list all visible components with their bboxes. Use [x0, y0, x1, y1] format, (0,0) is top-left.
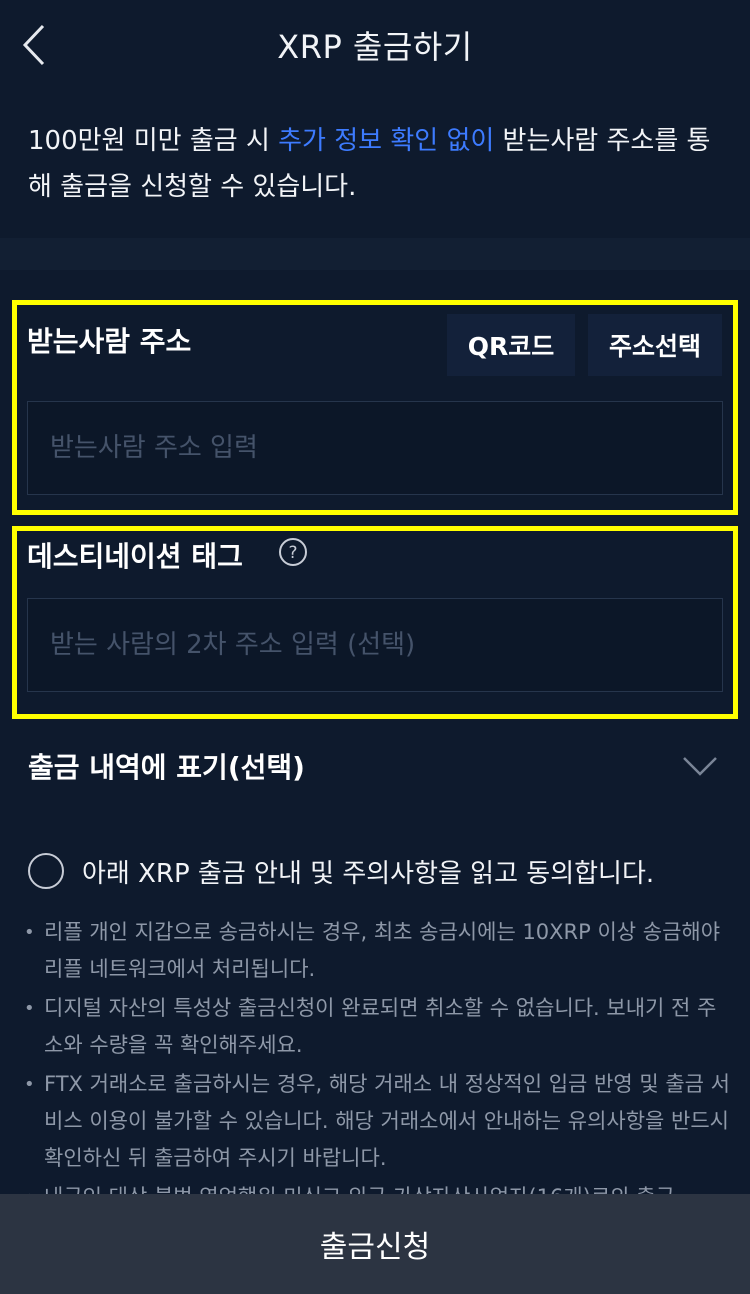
- address-input-box: [27, 401, 723, 495]
- memo-label: 출금 내역에 표기(선택): [28, 751, 305, 784]
- destination-tag-input-box: [27, 598, 723, 692]
- chevron-left-icon: [22, 24, 45, 66]
- address-label: 받는사람 주소: [27, 325, 192, 358]
- memo-toggle[interactable]: 출금 내역에 표기(선택): [28, 740, 718, 792]
- submit-withdraw-button[interactable]: 출금신청: [0, 1194, 750, 1294]
- notice-text-before: 100만원 미만 출금 시: [28, 126, 279, 156]
- svg-text:?: ?: [288, 543, 297, 563]
- note-item: FTX 거래소로 출금하시는 경우, 해당 거래소 내 정상적인 입금 반영 및…: [24, 1066, 730, 1177]
- page-title: XRP 출금하기: [277, 28, 473, 66]
- submit-label: 출금신청: [319, 1230, 431, 1265]
- back-button[interactable]: [14, 22, 54, 68]
- qr-code-button[interactable]: QR코드: [447, 314, 575, 376]
- agree-checkbox-row[interactable]: 아래 XRP 출금 안내 및 주의사항을 읽고 동의합니다.: [28, 848, 728, 894]
- notice-highlight: 추가 정보 확인 없이: [278, 126, 495, 156]
- caution-notes: 리플 개인 지갑으로 송금하시는 경우, 최초 송금시에는 10XRP 이상 송…: [24, 914, 730, 1194]
- address-input[interactable]: [50, 402, 722, 494]
- section-divider: [0, 238, 750, 270]
- note-item: 내국인 대상 불법 영업행위 미신고 외국 가상자산사업자(16개)로의 출금: [24, 1179, 730, 1194]
- question-circle-icon[interactable]: ?: [278, 537, 308, 567]
- agree-label: 아래 XRP 출금 안내 및 주의사항을 읽고 동의합니다.: [82, 858, 655, 889]
- note-item: 리플 개인 지갑으로 송금하시는 경우, 최초 송금시에는 10XRP 이상 송…: [24, 914, 730, 988]
- top-bar: XRP 출금하기: [0, 0, 750, 90]
- withdraw-notice: 100만원 미만 출금 시 추가 정보 확인 없이 받는사람 주소를 통해 출금…: [28, 118, 728, 210]
- note-item: 디지털 자산의 특성상 출금신청이 완료되면 취소할 수 없습니다. 보내기 전…: [24, 990, 730, 1064]
- destination-tag-label: 데스티네이션 태그: [27, 540, 243, 573]
- destination-tag-input[interactable]: [50, 599, 722, 691]
- address-select-button[interactable]: 주소선택: [588, 314, 722, 376]
- chevron-down-icon: [683, 757, 717, 776]
- radio-circle-icon[interactable]: [28, 853, 64, 889]
